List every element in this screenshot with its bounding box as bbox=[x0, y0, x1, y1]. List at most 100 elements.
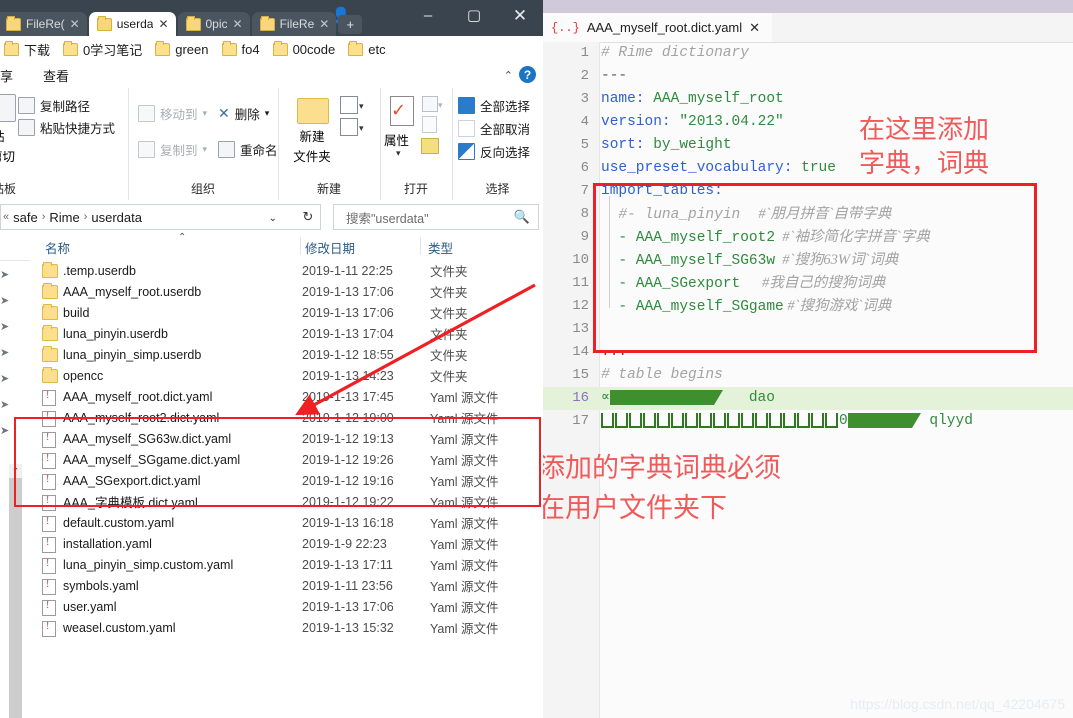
table-row[interactable]: AAA_myself_root.userdb 2019-1-13 17:06 文件夹 bbox=[30, 281, 543, 302]
file-name[interactable]: opencc bbox=[63, 369, 103, 383]
file-name[interactable]: AAA_SGexport.dict.yaml bbox=[63, 474, 201, 488]
table-row[interactable]: AAA_myself_root.dict.yaml 2019-1-13 17:45… bbox=[30, 386, 543, 407]
new-item-icon[interactable] bbox=[340, 96, 358, 114]
bookmark-item-5[interactable]: etc bbox=[344, 40, 394, 57]
file-name[interactable]: luna_pinyin.userdb bbox=[63, 327, 168, 341]
table-row[interactable]: symbols.yaml 2019-1-11 23:56 Yaml 源文件 bbox=[30, 575, 543, 596]
chevron-down-icon[interactable]: ▾ bbox=[203, 144, 208, 155]
nav-expand-chevron-icon[interactable]: ➤ bbox=[0, 320, 9, 333]
chevron-down-icon[interactable]: ▾ bbox=[438, 100, 443, 111]
table-row[interactable]: weasel.custom.yaml 2019-1-13 15:32 Yaml 源文… bbox=[30, 617, 543, 638]
chevron-down-icon[interactable]: ⌄ bbox=[269, 213, 277, 224]
bookmark-item-1[interactable]: 0学习笔记 bbox=[59, 40, 151, 59]
tab-filerec-2[interactable]: FileRe ✕ bbox=[251, 12, 337, 36]
chevron-up-icon[interactable]: ⌃ bbox=[504, 69, 513, 82]
table-row[interactable]: AAA_myself_SG63w.dict.yaml 2019-1-12 19:1… bbox=[30, 428, 543, 449]
paste-label[interactable]: 贴 bbox=[0, 126, 5, 145]
code-line[interactable]: 16 ∝ dao bbox=[543, 387, 1073, 410]
file-name[interactable]: luna_pinyin_simp.custom.yaml bbox=[63, 558, 233, 572]
file-name[interactable]: AAA_myself_root.userdb bbox=[63, 285, 201, 299]
easy-access-icon[interactable] bbox=[340, 118, 358, 136]
nav-expand-chevron-icon[interactable]: ➤ bbox=[0, 294, 9, 307]
nav-expand-chevron-icon[interactable]: ➤ bbox=[0, 372, 9, 385]
tab-userdata[interactable]: userda ✕ bbox=[88, 12, 176, 36]
open-with-icon[interactable] bbox=[422, 96, 438, 112]
code-area[interactable]: 1 # Rime dictionary 2 --- 3 name: AAA_myself_… bbox=[543, 42, 1073, 718]
copy-to-button[interactable]: 复制到 ▾ bbox=[138, 140, 207, 159]
code-line[interactable]: 12 - AAA_myself_SGgame #`搜狗游戏`词典 bbox=[543, 295, 1073, 318]
table-row[interactable]: installation.yaml 2019-1-9 22:23 Yaml 源文件 bbox=[30, 533, 543, 554]
close-icon[interactable]: ✕ bbox=[70, 17, 80, 31]
nav-expand-chevron-icon[interactable]: ➤ bbox=[0, 346, 9, 359]
breadcrumb-rime[interactable]: Rime bbox=[47, 210, 81, 225]
code-line[interactable]: 11 - AAA_SGexport #我自己的搜狗词典 bbox=[543, 272, 1073, 295]
table-row[interactable]: user.yaml 2019-1-13 17:06 Yaml 源文件 bbox=[30, 596, 543, 617]
table-row[interactable]: AAA_myself_root2.dict.yaml 2019-1-12 19:0… bbox=[30, 407, 543, 428]
code-line[interactable]: 7 import_tables: bbox=[543, 180, 1073, 203]
bookmark-item-2[interactable]: green bbox=[151, 40, 217, 57]
column-divider[interactable] bbox=[420, 237, 421, 255]
rename-button[interactable]: 重命名 bbox=[218, 140, 278, 159]
menu-view[interactable]: 查看 bbox=[43, 66, 69, 85]
code-line[interactable]: 5 sort: by_weight bbox=[543, 134, 1073, 157]
table-row[interactable]: default.custom.yaml 2019-1-13 16:18 Yaml 源… bbox=[30, 512, 543, 533]
cut-label[interactable]: 剪切 bbox=[0, 146, 15, 165]
chevron-down-icon[interactable]: ▾ bbox=[265, 108, 270, 119]
menu-share[interactable]: 享 bbox=[0, 66, 13, 85]
table-row[interactable]: luna_pinyin_simp.custom.yaml 2019-1-13 17… bbox=[30, 554, 543, 575]
refresh-button[interactable]: ↻ bbox=[296, 204, 321, 230]
file-name[interactable]: symbols.yaml bbox=[63, 579, 139, 593]
address-bar[interactable]: « safe › Rime › userdata ⌄ bbox=[0, 204, 300, 230]
new-folder-label-2[interactable]: 文件夹 bbox=[286, 146, 338, 165]
table-row[interactable]: luna_pinyin.userdb 2019-1-13 17:04 文件夹 bbox=[30, 323, 543, 344]
breadcrumb-safe[interactable]: safe bbox=[11, 210, 40, 225]
file-name[interactable]: weasel.custom.yaml bbox=[63, 621, 176, 635]
code-line[interactable]: 3 name: AAA_myself_root bbox=[543, 88, 1073, 111]
search-icon[interactable]: 🔍 bbox=[514, 209, 530, 225]
new-tab-button[interactable]: + bbox=[338, 15, 363, 34]
copy-path-button[interactable]: 复制路径 bbox=[18, 96, 90, 115]
file-name[interactable]: luna_pinyin_simp.userdb bbox=[63, 348, 201, 362]
table-row[interactable]: .temp.userdb 2019-1-11 22:25 文件夹 bbox=[30, 260, 543, 281]
bookmark-item-0[interactable]: 下载 bbox=[0, 40, 59, 59]
navigation-scrollbar-thumb[interactable] bbox=[9, 478, 22, 718]
code-line[interactable]: 8 #- luna_pinyin #`朋月拼音`自带字典 bbox=[543, 203, 1073, 226]
select-all-button[interactable]: 全部选择 bbox=[458, 96, 530, 115]
column-header-type[interactable]: 类型 bbox=[428, 238, 453, 257]
nav-expand-chevron-icon[interactable]: ➤ bbox=[0, 398, 9, 411]
editor-tab-active[interactable]: {..} AAA_myself_root.dict.yaml ✕ bbox=[543, 13, 773, 42]
table-row[interactable]: build 2019-1-13 17:06 文件夹 bbox=[30, 302, 543, 323]
nav-expand-chevron-icon[interactable]: ➤ bbox=[0, 268, 9, 281]
column-header-name[interactable]: 名称 bbox=[45, 238, 70, 257]
breadcrumb-userdata[interactable]: userdata bbox=[89, 210, 144, 225]
file-name[interactable]: .temp.userdb bbox=[63, 264, 136, 278]
table-row[interactable]: opencc 2019-1-13 14:23 文件夹 bbox=[30, 365, 543, 386]
close-icon[interactable]: ✕ bbox=[233, 17, 243, 31]
code-line[interactable]: 9 - AAA_myself_root2 #`袖珍简化字拼音`字典 bbox=[543, 226, 1073, 249]
search-input[interactable]: 搜索"userdata" 🔍 bbox=[333, 204, 539, 230]
nav-expand-chevron-icon[interactable]: ➤ bbox=[0, 424, 9, 437]
code-line[interactable]: 4 version: "2013.04.22" bbox=[543, 111, 1073, 134]
chevron-down-icon[interactable]: ▾ bbox=[203, 108, 208, 119]
bookmark-item-3[interactable]: fo4 bbox=[218, 40, 269, 57]
help-icon[interactable]: ? bbox=[519, 66, 536, 83]
file-name[interactable]: user.yaml bbox=[63, 600, 117, 614]
history-icon[interactable] bbox=[421, 138, 439, 154]
code-line[interactable]: 14... bbox=[543, 341, 1073, 364]
bookmark-item-4[interactable]: 00code bbox=[269, 40, 345, 57]
overflow-chevron-icon[interactable]: « bbox=[3, 211, 9, 223]
file-name[interactable]: AAA_字典模板.dict.yaml bbox=[63, 492, 198, 511]
table-row[interactable]: AAA_字典模板.dict.yaml 2019-1-12 19:22 Yaml 源文… bbox=[30, 491, 543, 512]
table-row[interactable]: luna_pinyin_simp.userdb 2019-1-12 18:55 文件… bbox=[30, 344, 543, 365]
invert-selection-button[interactable]: 反向选择 bbox=[458, 142, 530, 161]
properties-label[interactable]: 属性 bbox=[384, 130, 409, 149]
code-line[interactable]: 1 # Rime dictionary bbox=[543, 42, 1073, 65]
file-name[interactable]: build bbox=[63, 306, 89, 320]
new-folder-label-1[interactable]: 新建 bbox=[295, 126, 329, 145]
file-list[interactable]: .temp.userdb 2019-1-11 22:25 文件夹 AAA_myself… bbox=[30, 260, 543, 718]
code-line[interactable]: 6 use_preset_vocabulary: true bbox=[543, 157, 1073, 180]
chevron-down-icon[interactable]: ▾ bbox=[359, 123, 364, 134]
close-icon[interactable]: ✕ bbox=[319, 17, 329, 31]
file-name[interactable]: AAA_myself_SG63w.dict.yaml bbox=[63, 432, 231, 446]
column-header-date[interactable]: 修改日期 bbox=[305, 238, 355, 257]
